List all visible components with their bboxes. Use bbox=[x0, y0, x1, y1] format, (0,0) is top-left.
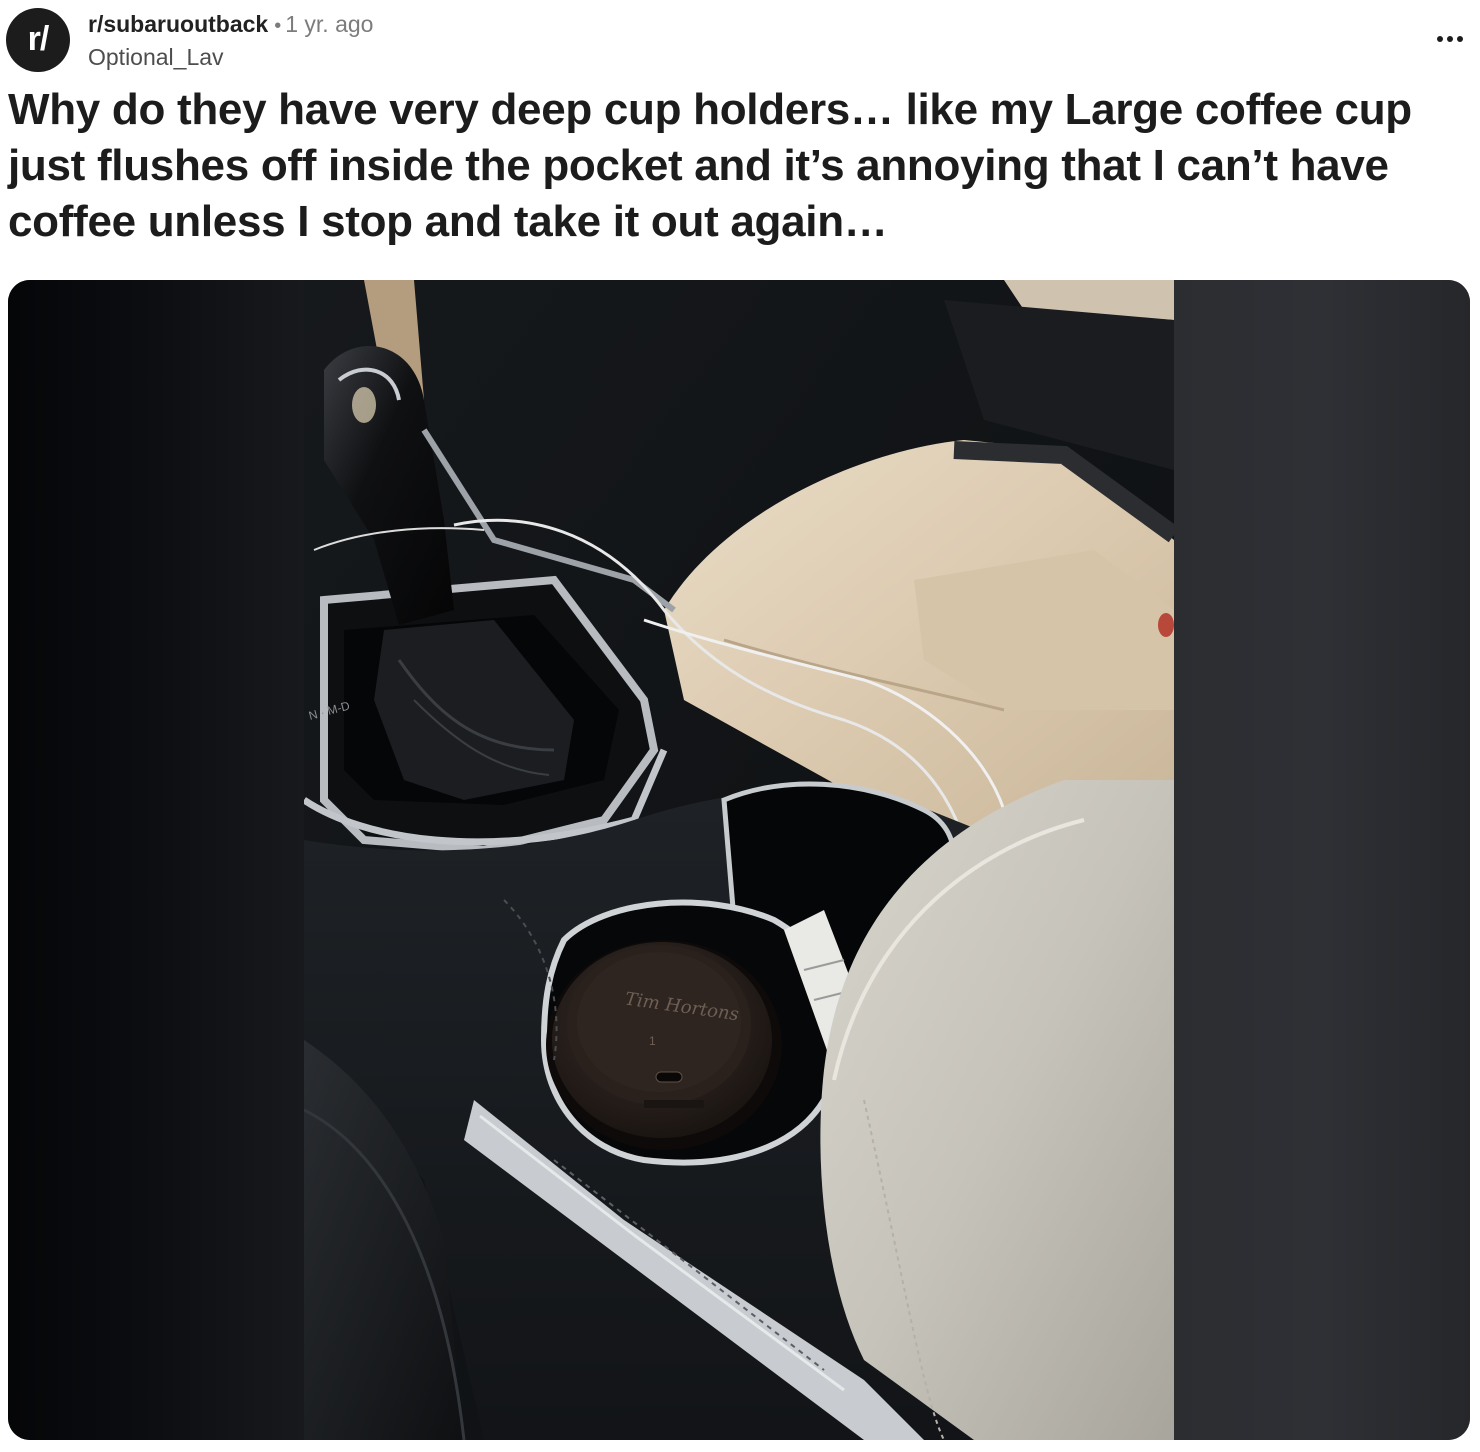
lid-number-text: 1 bbox=[649, 1034, 656, 1048]
author-link[interactable]: Optional_Lav bbox=[88, 42, 373, 72]
meta-separator: • bbox=[274, 15, 282, 37]
more-horizontal-icon bbox=[1437, 36, 1463, 42]
meta-line: r/subaruoutback • 1 yr. ago bbox=[88, 10, 373, 40]
subreddit-avatar[interactable]: r/ bbox=[6, 8, 70, 72]
post-time: 1 yr. ago bbox=[285, 11, 374, 37]
image-blur-left bbox=[8, 280, 304, 1440]
image-blur-right bbox=[1174, 280, 1470, 1440]
post-image[interactable]: N · M-D Tim Hortons 1 bbox=[8, 280, 1470, 1440]
more-options-button[interactable] bbox=[1432, 24, 1468, 54]
post-meta: r/subaruoutback • 1 yr. ago Optional_Lav bbox=[88, 10, 373, 72]
avatar-text: r/ bbox=[27, 19, 50, 58]
post-header: r/ r/subaruoutback • 1 yr. ago Optional_La… bbox=[6, 6, 1480, 76]
subreddit-link[interactable]: r/subaruoutback bbox=[88, 11, 268, 37]
post-title[interactable]: Why do they have very deep cup holders… … bbox=[8, 82, 1470, 250]
coffee-lid: Tim Hortons 1 bbox=[546, 940, 782, 1150]
car-interior-photo: N · M-D Tim Hortons 1 bbox=[304, 280, 1174, 1440]
